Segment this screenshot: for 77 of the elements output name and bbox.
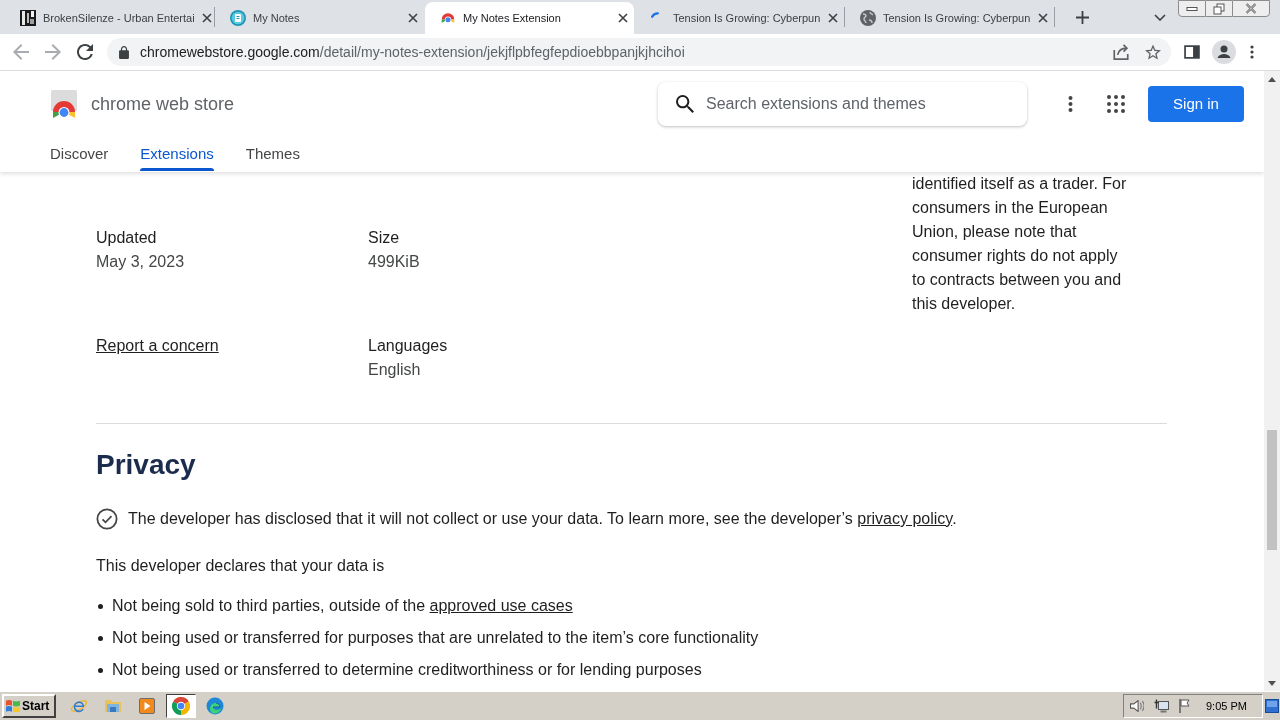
list-item-text: Not being used or transferred for purposes that are unrelated to the item’s core functionality xyxy=(112,628,759,648)
show-desktop-icon[interactable] xyxy=(1265,699,1279,713)
detail-value: May 3, 2023 xyxy=(96,252,185,272)
flag-icon[interactable] xyxy=(1179,699,1190,713)
bullet-icon xyxy=(98,635,103,641)
start-button[interactable]: Start xyxy=(2,694,56,718)
close-tab-icon[interactable] xyxy=(618,13,628,23)
folder-icon xyxy=(105,699,121,713)
browser-tab[interactable]: BrokenSilenze - Urban Entertai xyxy=(5,2,214,34)
swirl-logo-icon xyxy=(206,697,224,715)
e-logo-icon xyxy=(70,697,88,715)
scrollbar-thumb[interactable] xyxy=(1267,430,1277,550)
new-tab-plus-icon[interactable] xyxy=(1076,10,1089,24)
detail-value: English xyxy=(368,360,421,380)
photo-thumbnail-icon xyxy=(20,10,36,26)
sign-in-button[interactable]: Sign in xyxy=(1148,86,1244,122)
close-tab-icon[interactable] xyxy=(201,13,212,23)
privacy-policy-link[interactable]: privacy policy xyxy=(857,510,953,527)
reload-icon[interactable] xyxy=(77,44,93,60)
share-icon[interactable] xyxy=(1113,44,1129,60)
detail-label: Updated xyxy=(96,228,157,248)
browser-tab[interactable]: Tension Is Growing: Cyberpun xyxy=(845,2,1054,34)
store-logo-icon xyxy=(50,90,78,118)
minimize-icon xyxy=(1186,6,1198,11)
disclosure-text: The developer has disclosed that it will not collect or use your data. To learn more, see the developer’s privacy policy. xyxy=(128,509,957,529)
bullet-icon xyxy=(98,667,103,673)
list-item-text: Not being sold to third parties, outside of the approved use cases xyxy=(112,596,573,616)
approved-use-cases-link[interactable]: approved use cases xyxy=(429,597,573,614)
scroll-down-icon[interactable] xyxy=(1268,680,1276,686)
bookmark-star-icon[interactable] xyxy=(1145,44,1161,60)
bullet-icon xyxy=(98,603,103,609)
detail-label: Languages xyxy=(368,336,448,356)
list-item-text: Not being used or transferred to determine creditworthiness or for lending purposes xyxy=(112,660,702,680)
close-icon xyxy=(1245,3,1257,14)
browser-tab[interactable]: My Notes xyxy=(215,2,424,34)
more-options-icon[interactable] xyxy=(1250,45,1254,59)
close-tab-icon[interactable] xyxy=(1038,13,1048,23)
store-name: chrome web store xyxy=(91,92,235,116)
close-tab-icon[interactable] xyxy=(408,13,418,23)
media-player-icon xyxy=(139,698,155,714)
browser-tab[interactable]: Tension Is Growing: Cyberpun xyxy=(635,2,844,34)
detail-label: Size xyxy=(368,228,400,248)
address-bar[interactable]: chromewebstore.google.com/detail/my-notes-extension/jekjflpbfegfepdioebbpanjkjhcihoi xyxy=(107,38,1171,66)
lock-icon xyxy=(119,45,129,59)
scroll-up-icon[interactable] xyxy=(1268,76,1276,82)
clock-text: 9:05 PM xyxy=(1206,698,1247,714)
search-icon xyxy=(676,95,694,113)
network-icon[interactable] xyxy=(1154,699,1169,713)
chevron-down-icon[interactable] xyxy=(1154,13,1166,21)
restore-icon xyxy=(1213,2,1225,15)
trader-notice-text: identified itself as a trader. For consumers in the European Union, please note that consumer rights do not apply to contracts between you and this developer. xyxy=(912,174,1128,314)
rainbow-arc-icon xyxy=(440,12,456,24)
nav-tab[interactable]: Themes xyxy=(245,137,300,172)
restore-button[interactable] xyxy=(1206,0,1232,17)
detail-value: 499KiB xyxy=(368,252,420,272)
more-options-icon[interactable] xyxy=(1068,95,1073,113)
close-tab-icon[interactable] xyxy=(828,13,838,23)
windows-flag-icon xyxy=(6,700,20,712)
ring-logo-icon xyxy=(172,697,190,715)
profile-avatar-icon[interactable] xyxy=(1212,40,1236,64)
apps-grid-icon[interactable] xyxy=(1107,95,1125,113)
report-concern-link[interactable]: Report a concern xyxy=(96,334,219,358)
browser-tab[interactable]: My Notes Extension xyxy=(425,2,634,34)
minimize-button[interactable] xyxy=(1178,0,1206,17)
check-circle-icon xyxy=(96,508,118,530)
speaker-icon[interactable] xyxy=(1130,700,1144,712)
side-panel-icon[interactable] xyxy=(1184,45,1200,59)
taskbar-button[interactable] xyxy=(166,694,196,718)
search-field[interactable]: Search extensions and themes xyxy=(658,82,1027,126)
nav-tab[interactable]: Extensions xyxy=(140,137,214,172)
globe-icon xyxy=(860,10,876,26)
privacy-heading: Privacy xyxy=(96,448,196,482)
notepad-icon xyxy=(230,10,246,26)
nav-tab[interactable]: Discover xyxy=(50,137,109,172)
url-text: chromewebstore.google.com/detail/my-notes-extension/jekjflpbfegfepdioebbpanjkjhcihoi xyxy=(140,42,685,62)
section-intro-text: This developer declares that your data is xyxy=(96,556,385,576)
close-window-button[interactable] xyxy=(1232,0,1270,17)
